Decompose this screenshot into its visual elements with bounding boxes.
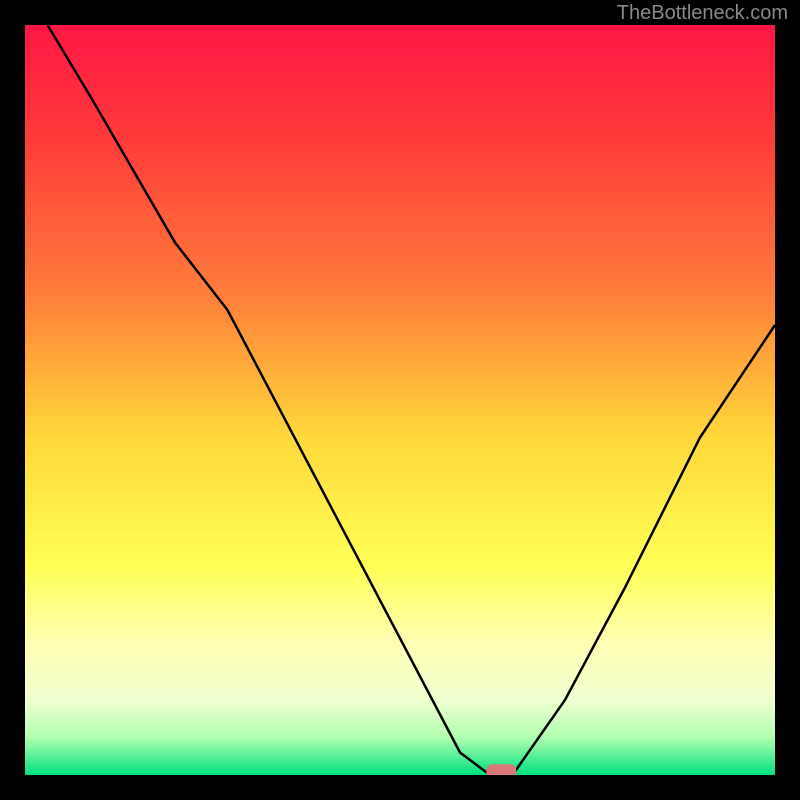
bottleneck-chart (25, 25, 775, 775)
chart-frame (25, 25, 775, 775)
optimum-marker (486, 764, 516, 775)
watermark-text: TheBottleneck.com (617, 2, 788, 25)
chart-background (25, 25, 775, 775)
